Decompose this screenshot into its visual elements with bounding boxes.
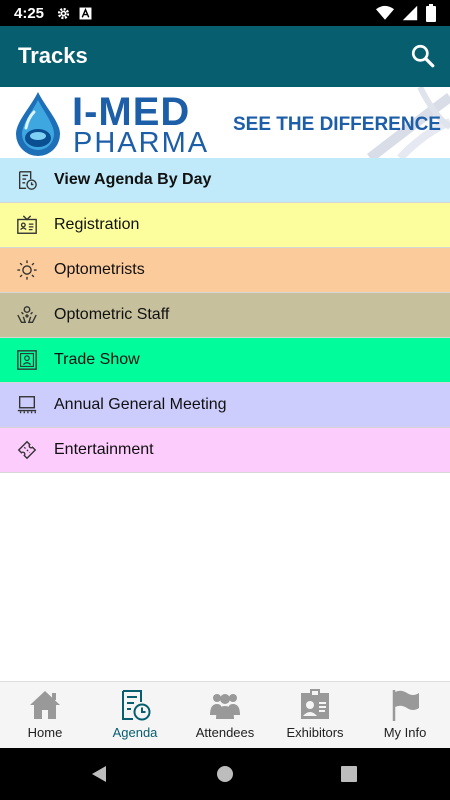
track-item-view-agenda-by-day[interactable]: View Agenda By Day — [0, 158, 450, 203]
calendar-clock-icon — [18, 171, 37, 190]
bottom-nav: Home Agenda Attendees Exhibitors My Info — [0, 681, 450, 749]
nav-label: Attendees — [195, 725, 255, 740]
track-item-registration[interactable]: Registration — [0, 203, 450, 248]
signal-icon — [402, 5, 418, 21]
battery-icon — [426, 4, 436, 22]
nav-item-agenda[interactable]: Agenda — [90, 682, 180, 749]
status-bar: 4:25 — [0, 0, 450, 26]
status-time: 4:25 — [14, 4, 45, 22]
water-drop-logo-icon — [16, 92, 60, 156]
id-card-icon — [17, 215, 37, 234]
home-circle-icon[interactable] — [216, 765, 234, 783]
agenda-icon — [122, 690, 151, 721]
back-icon[interactable] — [90, 764, 108, 784]
track-list: View Agenda By Day Registration Optometr… — [0, 158, 450, 473]
nav-label: Home — [27, 725, 63, 740]
nav-item-exhibitors[interactable]: Exhibitors — [270, 682, 360, 749]
track-label: Trade Show — [54, 351, 140, 368]
track-item-optometric-staff[interactable]: Optometric Staff — [0, 293, 450, 338]
hands-icon — [17, 306, 37, 324]
track-item-optometrists[interactable]: Optometrists — [0, 248, 450, 293]
track-item-entertainment[interactable]: Entertainment — [0, 428, 450, 473]
nav-item-my-info[interactable]: My Info — [360, 682, 450, 749]
track-label: Optometric Staff — [54, 306, 170, 323]
exhibitors-icon — [301, 689, 329, 719]
track-item-trade-show[interactable]: Trade Show — [0, 338, 450, 383]
podium-icon — [17, 396, 37, 414]
nav-item-attendees[interactable]: Attendees — [180, 682, 270, 749]
track-label: Entertainment — [54, 441, 154, 458]
banner-tagline: SEE THE DIFFERENCE — [233, 114, 441, 135]
home-icon — [30, 691, 60, 719]
recents-icon[interactable] — [341, 766, 357, 782]
nav-label: My Info — [383, 725, 427, 740]
search-icon[interactable] — [410, 43, 436, 69]
app-bar: Tracks — [0, 26, 450, 87]
track-label: Optometrists — [54, 261, 145, 278]
sponsor-banner[interactable]: I-MED PHARMA SEE THE DIFFERENCE — [0, 87, 450, 159]
flag-icon — [392, 690, 419, 721]
gear-icon — [57, 7, 70, 19]
page-title: Tracks — [18, 43, 88, 68]
track-label: Registration — [54, 216, 140, 233]
system-nav-bar — [0, 748, 450, 800]
sun-icon — [17, 260, 37, 280]
a-icon — [79, 7, 92, 19]
nav-item-home[interactable]: Home — [0, 682, 90, 749]
wifi-icon — [376, 5, 394, 20]
track-label: View Agenda By Day — [54, 171, 212, 188]
track-label: Annual General Meeting — [54, 396, 227, 413]
booth-icon — [17, 350, 37, 370]
track-item-annual-general-meeting[interactable]: Annual General Meeting — [0, 383, 450, 428]
ticket-icon — [17, 440, 37, 460]
attendees-icon — [210, 694, 240, 719]
brand-name-line2: PHARMA — [73, 127, 210, 159]
nav-label: Agenda — [112, 725, 158, 740]
nav-label: Exhibitors — [286, 725, 344, 740]
